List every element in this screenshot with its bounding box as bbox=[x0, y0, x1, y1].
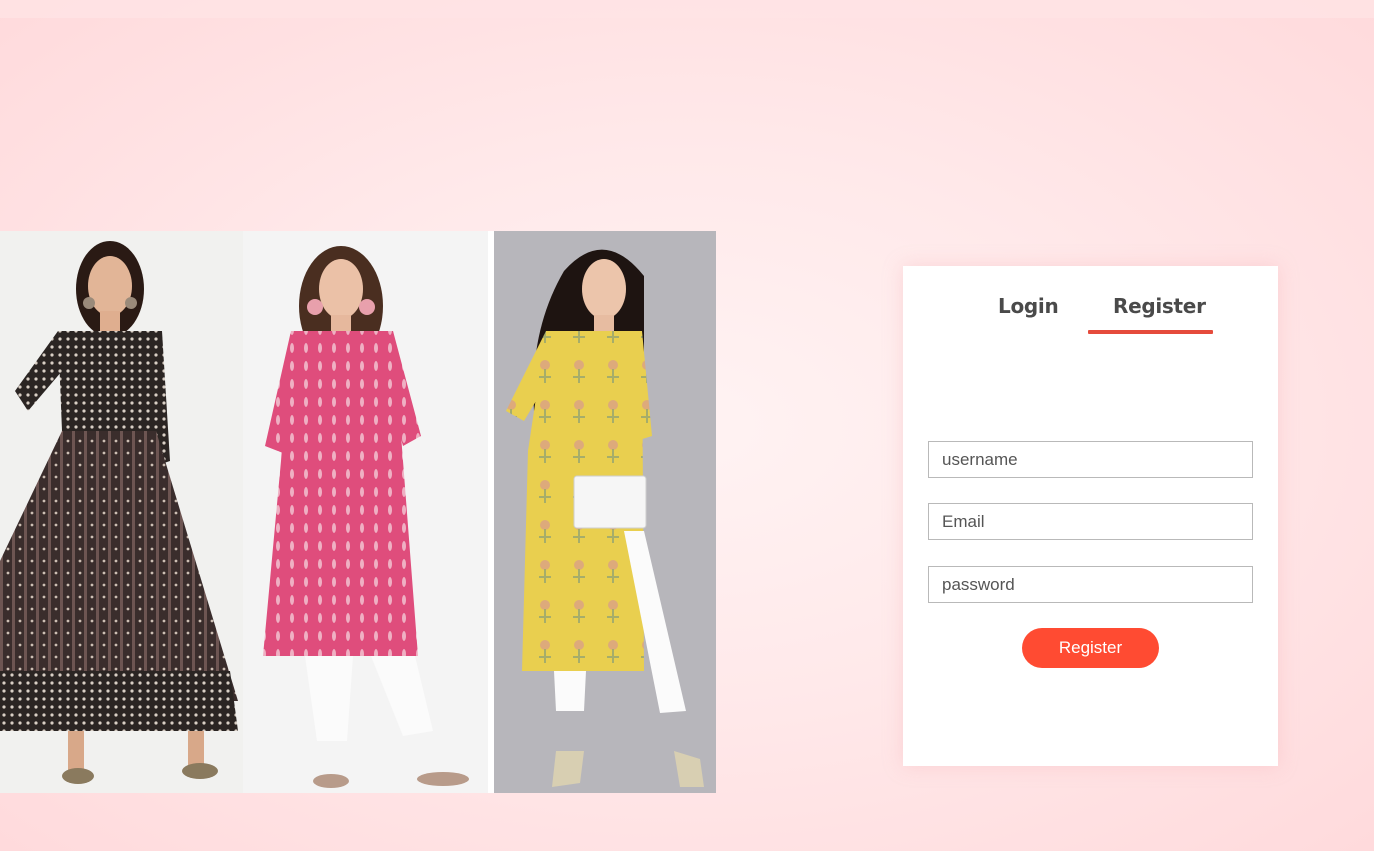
product-photo-pink-kurta bbox=[243, 231, 488, 793]
tab-login[interactable]: Login bbox=[998, 294, 1059, 318]
register-button[interactable]: Register bbox=[1022, 628, 1159, 668]
email-input[interactable] bbox=[928, 503, 1253, 540]
product-photo-yellow-kurta bbox=[494, 231, 716, 793]
password-input[interactable] bbox=[928, 566, 1253, 603]
top-band bbox=[0, 0, 1374, 18]
tab-register[interactable]: Register bbox=[1113, 294, 1206, 318]
active-tab-indicator bbox=[1088, 330, 1213, 334]
username-input[interactable] bbox=[928, 441, 1253, 478]
product-gallery bbox=[0, 231, 716, 793]
auth-card: Login Register Register bbox=[903, 266, 1278, 766]
product-photo-black-kurta bbox=[0, 231, 243, 793]
